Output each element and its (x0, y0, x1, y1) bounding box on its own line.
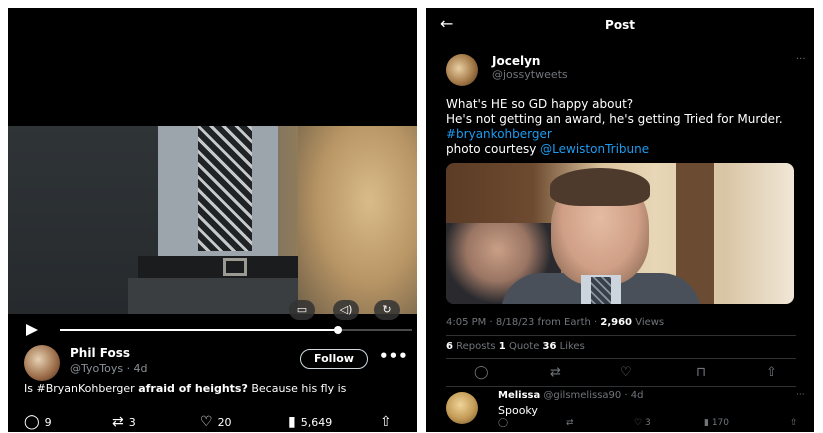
post-text-bold: afraid of heights? (138, 382, 248, 395)
hashtag-link[interactable]: #bryankohberger (446, 127, 552, 141)
divider (446, 358, 796, 359)
reply-author-name[interactable]: Melissa (498, 390, 540, 401)
post-text-line2: He's not getting an award, he's getting … (446, 112, 783, 126)
follow-button[interactable]: Follow (300, 349, 368, 369)
author-handle[interactable]: @jossytweets (492, 68, 568, 81)
quotes-count[interactable]: 1 (499, 341, 506, 352)
views-count: 5,649 (300, 415, 333, 429)
post-text-suffix: Because his fly is (247, 382, 347, 395)
like-button[interactable]: ♡ 3 (634, 418, 651, 428)
video-blurred-background (298, 126, 417, 314)
views-label: Views (632, 317, 665, 328)
author-name[interactable]: Jocelyn (492, 54, 540, 68)
views-icon: ▮ (288, 414, 296, 430)
repost-button[interactable]: ⇄ 3 (112, 414, 136, 430)
video-tie (198, 126, 252, 251)
like-count: 3 (644, 418, 651, 428)
post-stats: 6 Reposts 1 Quote 36 Likes (446, 341, 585, 352)
video-scrubber-thumb[interactable] (334, 326, 343, 334)
mention-link[interactable]: @LewistonTribune (540, 142, 649, 156)
photo-tie (591, 277, 611, 304)
post-header: ← Post (426, 8, 814, 44)
page-title: Post (605, 18, 635, 32)
reply-author[interactable]: Melissa @gilsmelissa90 · 4d (498, 390, 644, 401)
post-text-line1: What's HE so GD happy about? (446, 97, 634, 111)
bookmark-icon[interactable]: ⊓ (696, 365, 706, 380)
author-name[interactable]: Phil Foss (70, 346, 130, 360)
repost-icon[interactable]: ⇄ (566, 418, 574, 428)
reply-actions: ◯ ⇄ ♡ 3 ▮ 170 ⇧ (498, 418, 808, 432)
reposts-count[interactable]: 6 (446, 341, 453, 352)
post-timestamp: 4:05 PM · 8/18/23 from Earth · 2,960 Vie… (446, 317, 664, 328)
author-handle[interactable]: @TyoToys · 4d (70, 362, 148, 375)
views-count: 170 (711, 418, 730, 428)
heart-icon: ♡ (200, 414, 213, 430)
replay-icon[interactable]: ↻ (374, 300, 400, 320)
post-text-line3: photo courtesy (446, 142, 541, 156)
reposts-label[interactable]: Reposts (453, 341, 499, 352)
views-count: 2,960 (600, 317, 633, 328)
post-text: What's HE so GD happy about? He's not ge… (446, 97, 806, 157)
video-player[interactable] (8, 126, 417, 314)
reply-icon[interactable]: ◯ (474, 365, 489, 380)
post-actions: ◯ 9 ⇄ 3 ♡ 20 ▮ 5,649 ⇧ (8, 412, 417, 432)
volume-icon[interactable]: ◁) (333, 300, 359, 320)
more-options-icon[interactable]: ••• (379, 347, 408, 365)
video-progress-row (18, 320, 413, 340)
post-text: Is #BryanKohberger afraid of heights? Be… (24, 382, 409, 395)
heart-icon: ♡ (634, 418, 645, 428)
divider (446, 386, 796, 387)
quotes-label[interactable]: Quote (506, 341, 543, 352)
photo-hair (550, 168, 650, 206)
video-scrubber-fill (60, 329, 339, 331)
reply-button[interactable]: ◯ 9 (24, 414, 52, 430)
share-icon: ⇧ (380, 414, 392, 430)
likes-label[interactable]: Likes (556, 341, 585, 352)
post-text-prefix: Is #BryanKohberger (24, 382, 139, 395)
like-button[interactable]: ♡ 20 (200, 414, 232, 430)
reply-icon[interactable]: ◯ (498, 418, 508, 428)
reply-text: Spooky (498, 404, 538, 417)
views-button[interactable]: ▮ 170 (704, 418, 729, 428)
left-video-post: ▭ ◁) ↻ Phil Foss @TyoToys · 4d Follow ••… (8, 8, 417, 432)
repost-icon: ⇄ (112, 414, 124, 430)
reply-count: 9 (44, 415, 52, 429)
like-count: 20 (217, 415, 232, 429)
reply-icon: ◯ (24, 414, 40, 430)
views-button[interactable]: ▮ 5,649 (288, 414, 332, 430)
avatar[interactable] (446, 392, 478, 424)
post-photo[interactable] (446, 163, 794, 304)
repost-icon[interactable]: ⇄ (550, 365, 561, 380)
right-post-detail: ← Post Jocelyn @jossytweets ··· What's H… (426, 8, 814, 432)
repost-count: 3 (128, 415, 136, 429)
likes-count[interactable]: 36 (543, 341, 557, 352)
post-time-location: 4:05 PM · 8/18/23 from Earth · (446, 317, 601, 328)
views-icon: ▮ (704, 418, 712, 428)
avatar[interactable] (446, 54, 478, 86)
more-options-icon[interactable]: ··· (796, 390, 805, 400)
play-icon[interactable] (26, 324, 38, 336)
video-scrubber[interactable] (60, 326, 412, 334)
video-belt-buckle (223, 258, 247, 276)
heart-icon[interactable]: ♡ (620, 365, 632, 380)
share-icon[interactable]: ⇧ (766, 365, 777, 380)
post-actions: ◯ ⇄ ♡ ⊓ ⇧ (426, 365, 814, 385)
reply-author-handle[interactable]: @gilsmelissa90 · 4d (540, 390, 643, 401)
more-options-icon[interactable]: ··· (796, 54, 806, 65)
share-icon[interactable]: ⇧ (790, 418, 798, 428)
avatar[interactable] (24, 345, 60, 381)
share-button[interactable]: ⇧ (380, 414, 392, 430)
pip-icon[interactable]: ▭ (289, 300, 315, 320)
divider (446, 335, 796, 336)
